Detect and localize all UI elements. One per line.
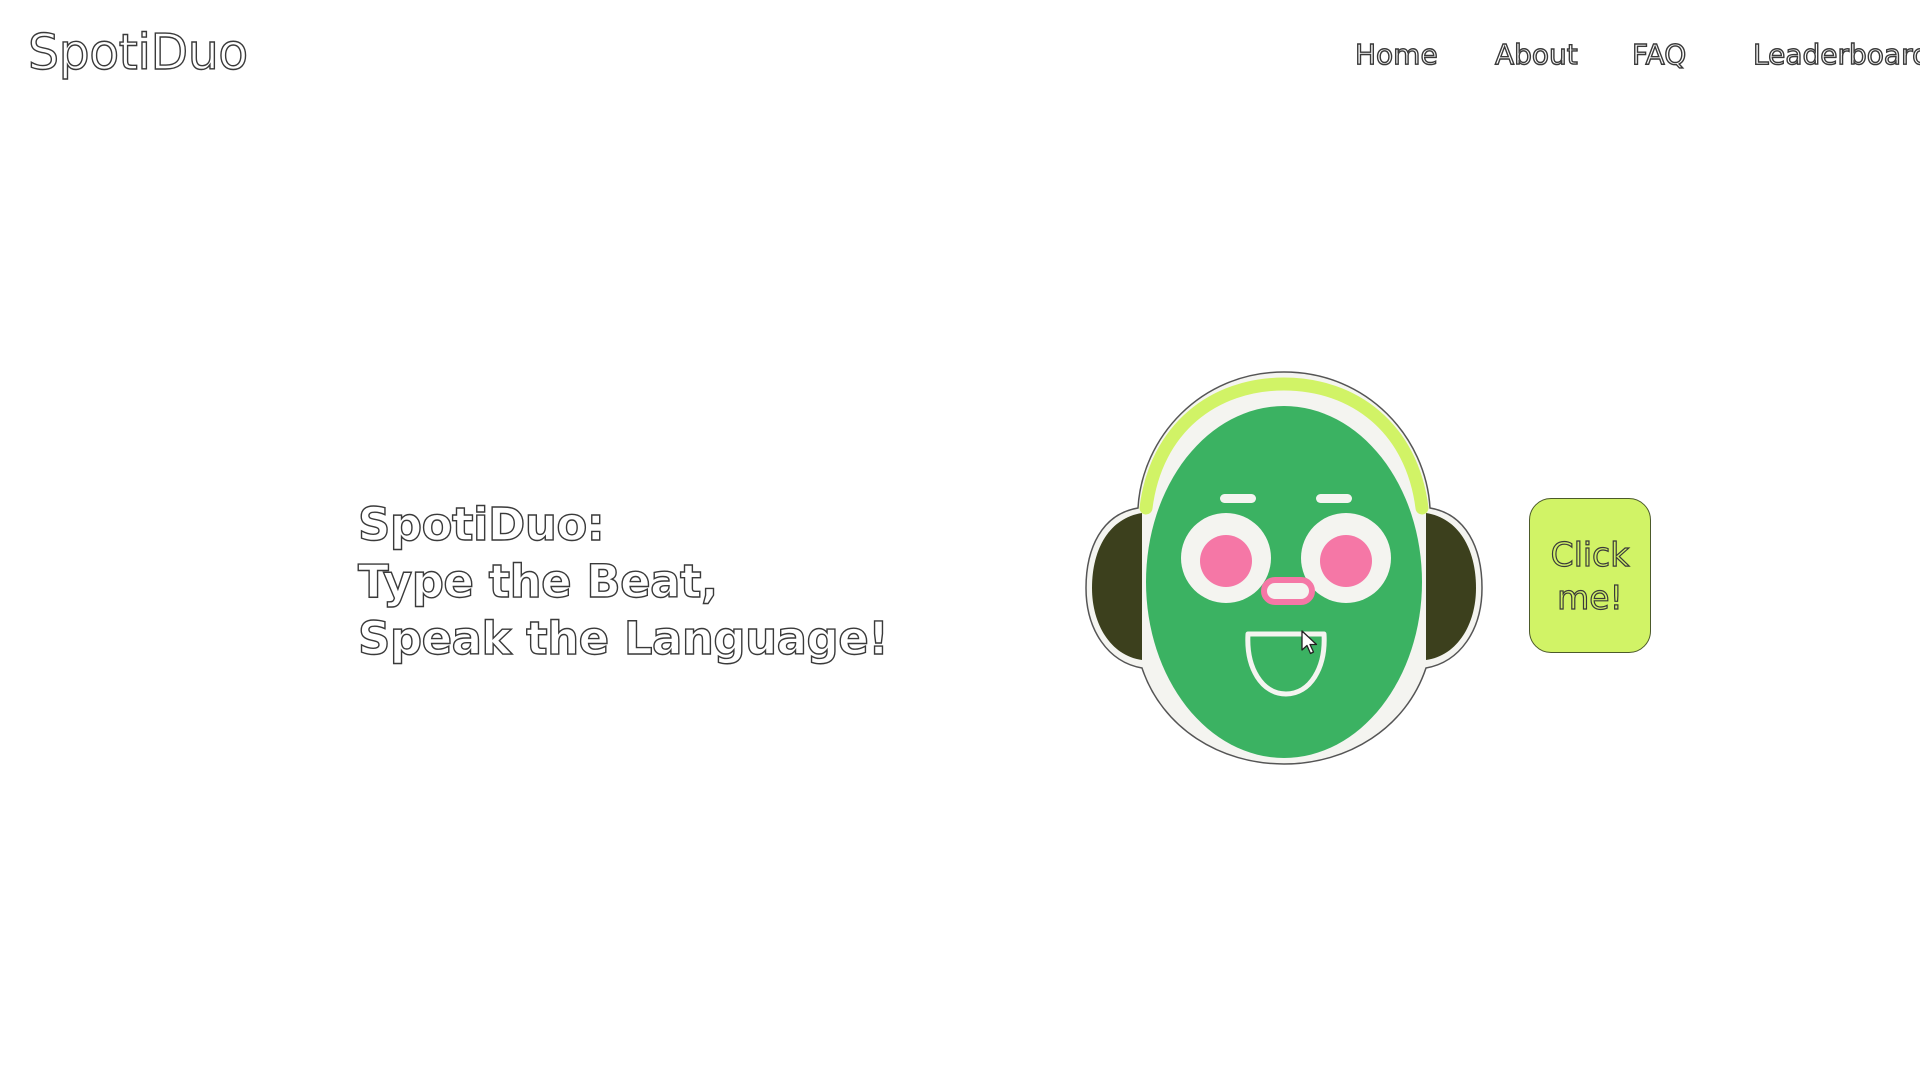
right-pupil bbox=[1320, 535, 1372, 587]
nose bbox=[1261, 577, 1315, 605]
hero-line-3: Speak the Language! bbox=[357, 611, 889, 665]
right-eyebrow bbox=[1316, 494, 1352, 503]
hero-line-1: SpotiDuo: bbox=[357, 497, 605, 551]
click-me-line-2: me! bbox=[1557, 577, 1624, 617]
hero-line-2: Type the Beat, bbox=[357, 554, 719, 608]
site-logo[interactable]: SpotiDuo bbox=[27, 23, 249, 81]
left-eyebrow bbox=[1220, 494, 1256, 503]
left-pupil bbox=[1200, 535, 1252, 587]
headphone-robot-mascot-icon[interactable] bbox=[1080, 368, 1488, 768]
hero-headline: SpotiDuo: Type the Beat, Speak the Langu… bbox=[357, 496, 889, 667]
click-me-button[interactable]: Click me! bbox=[1529, 498, 1651, 653]
click-me-label: Click me! bbox=[1550, 533, 1630, 619]
click-me-line-1: Click bbox=[1550, 534, 1630, 574]
page: SpotiDuo Home About FAQ Leaderboard Spot… bbox=[0, 0, 1920, 1080]
nav-leaderboard-link[interactable]: Leaderboard bbox=[1752, 37, 1920, 71]
nav-home-link[interactable]: Home bbox=[1354, 37, 1438, 71]
nav-faq-link[interactable]: FAQ bbox=[1631, 37, 1687, 71]
nav-about-link[interactable]: About bbox=[1494, 37, 1578, 71]
mouse-pointer-icon bbox=[1301, 630, 1318, 655]
